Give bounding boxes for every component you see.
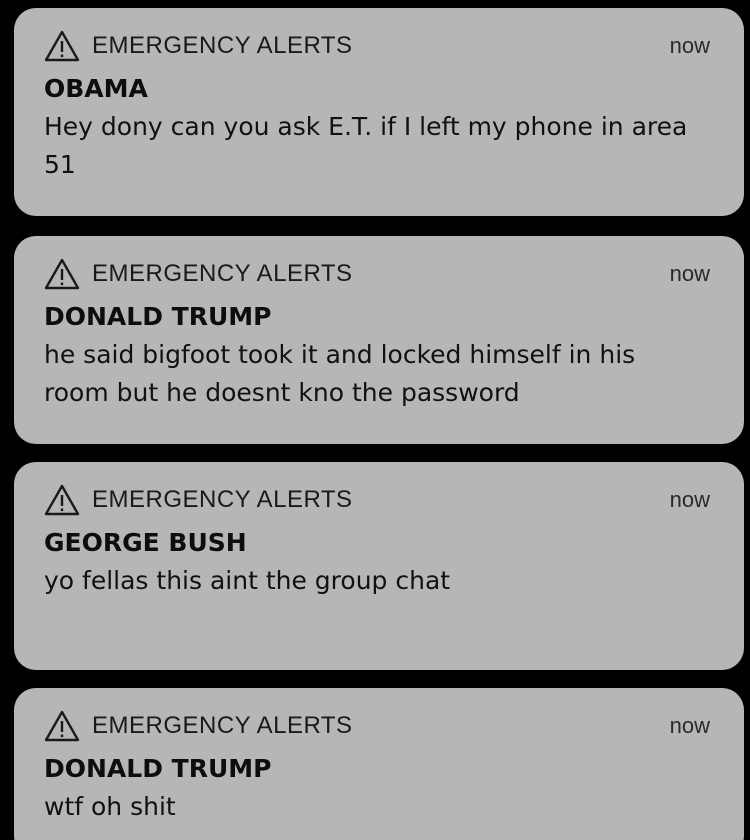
app-name: EMERGENCY ALERTS (92, 32, 353, 59)
timestamp: now (669, 261, 710, 286)
notification-card[interactable]: EMERGENCY ALERTS now OBAMA Hey dony can … (14, 8, 744, 216)
sender-name: DONALD TRUMP (44, 754, 272, 783)
app-name: EMERGENCY ALERTS (92, 712, 353, 739)
message-text: he said bigfoot took it and locked himse… (44, 340, 636, 407)
message-text: yo fellas this aint the group chat (44, 566, 451, 595)
notification-card[interactable]: EMERGENCY ALERTS now GEORGE BUSH yo fell… (14, 462, 744, 670)
sender-name: DONALD TRUMP (44, 302, 272, 331)
message-text: wtf oh shit (44, 792, 176, 821)
notification-header: EMERGENCY ALERTS now (44, 252, 710, 296)
notification-header: EMERGENCY ALERTS now (44, 478, 710, 522)
warning-icon (44, 710, 80, 742)
app-name: EMERGENCY ALERTS (92, 486, 353, 513)
warning-icon (44, 30, 80, 62)
sender-name: OBAMA (44, 74, 148, 103)
app-name: EMERGENCY ALERTS (92, 260, 353, 287)
timestamp: now (669, 33, 710, 58)
warning-icon (44, 484, 80, 516)
notification-card[interactable]: EMERGENCY ALERTS now DONALD TRUMP wtf oh… (14, 688, 744, 840)
sender-name: GEORGE BUSH (44, 528, 247, 557)
message-text: Hey dony can you ask E.T. if I left my p… (44, 112, 688, 179)
warning-icon (44, 258, 80, 290)
notification-stack: EMERGENCY ALERTS now OBAMA Hey dony can … (0, 0, 750, 840)
timestamp: now (669, 713, 710, 738)
notification-card[interactable]: EMERGENCY ALERTS now DONALD TRUMP he sai… (14, 236, 744, 444)
timestamp: now (669, 487, 710, 512)
notification-header: EMERGENCY ALERTS now (44, 704, 710, 748)
notification-header: EMERGENCY ALERTS now (44, 24, 710, 68)
